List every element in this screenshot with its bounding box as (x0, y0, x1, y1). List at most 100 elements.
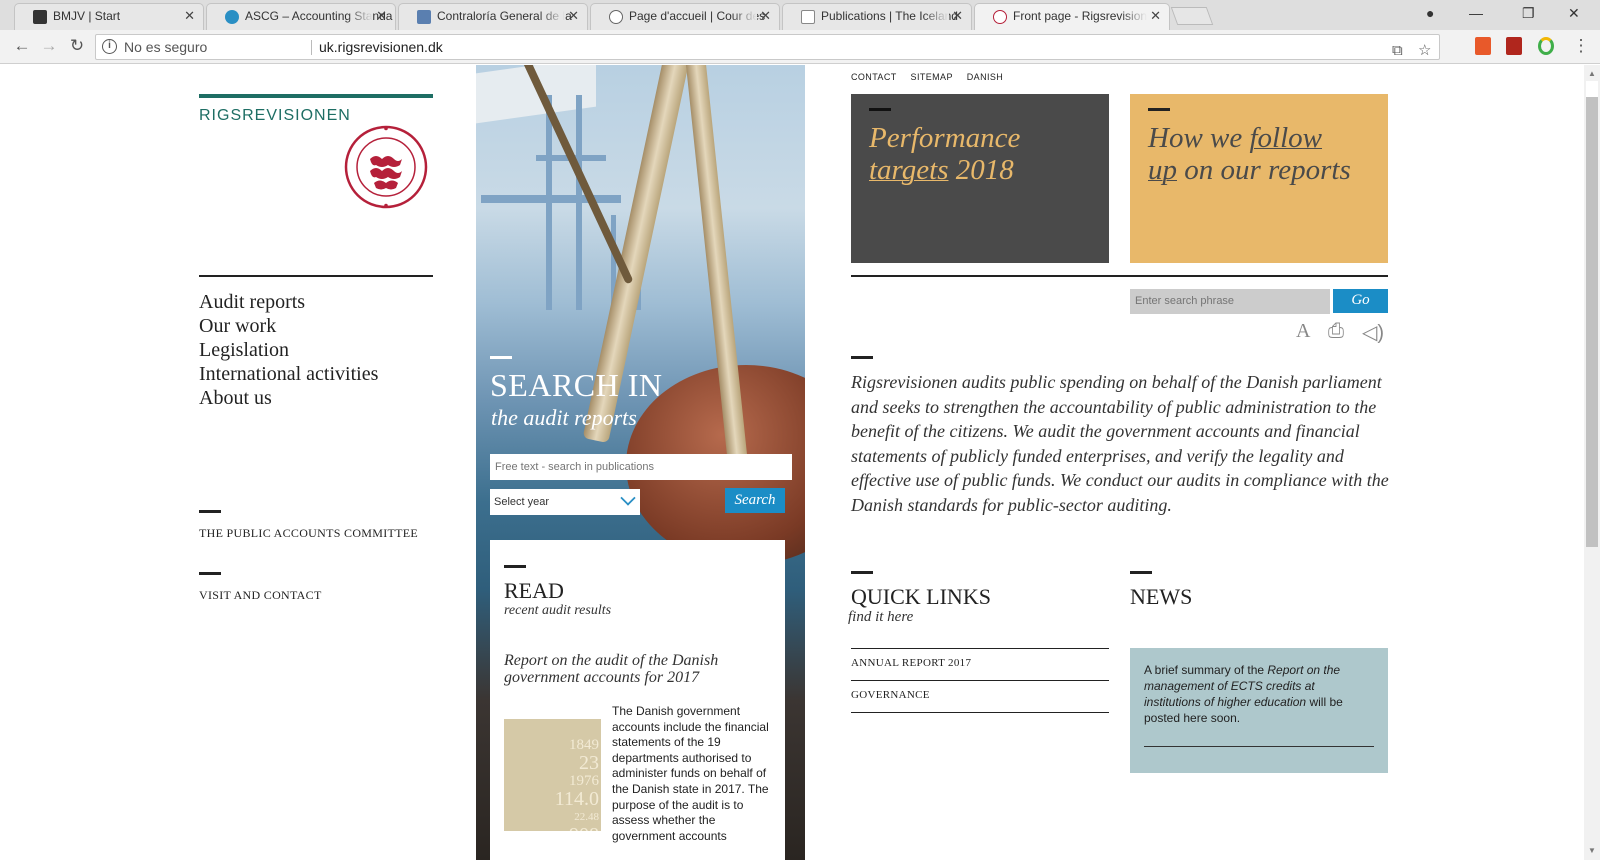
main-navigation: Audit reports Our work Legislation Inter… (199, 290, 378, 410)
minimize-icon[interactable]: — (1469, 5, 1483, 21)
site-search-go-button[interactable]: Go (1333, 289, 1388, 313)
crane-image (481, 195, 621, 203)
visit-and-contact-link[interactable]: VISIT AND CONTACT (199, 588, 322, 603)
publication-search-button[interactable]: Search (725, 488, 785, 513)
translate-icon[interactable]: ⧉ (1392, 39, 1403, 63)
speaker-icon[interactable]: ◁) (1362, 320, 1384, 345)
office-extension-icon[interactable] (1475, 37, 1491, 55)
read-title: READ (504, 578, 564, 603)
performance-targets-box[interactable]: Performance targets 2018 (851, 94, 1109, 263)
danish-link[interactable]: DANISH (967, 72, 1003, 82)
report-cover-numbers: 1849 23 1976 114.0 22.48 908 (554, 737, 599, 831)
intro-dash (851, 356, 873, 359)
ascg-icon (225, 10, 239, 24)
news-divider (1144, 746, 1374, 747)
close-icon[interactable]: ✕ (1150, 4, 1161, 28)
document-icon (417, 10, 431, 24)
address-bar[interactable]: i No es seguro uk.rigsrevisionen.dk ⧉ ☆ (95, 34, 1440, 60)
box-dash (1148, 108, 1170, 111)
browser-tab-strip: BMJV | Start ✕ ASCG – Accounting Standa … (0, 0, 1600, 31)
close-icon[interactable]: ✕ (952, 4, 963, 28)
seal-favicon-icon (993, 10, 1007, 24)
chevron-down-icon (620, 490, 636, 506)
news-box: A brief summary of the Report on the man… (1130, 648, 1388, 773)
nav-item-legislation[interactable]: Legislation (199, 338, 378, 362)
nav-item-audit-reports[interactable]: Audit reports (199, 290, 378, 314)
page-scrollbar[interactable]: ▲ ▼ (1584, 65, 1600, 860)
tab-title: BMJV | Start (53, 9, 121, 23)
read-subtitle: recent audit results (504, 603, 612, 618)
hero-dash (490, 356, 512, 359)
intro-text: Rigsrevisionen audits public spending on… (851, 372, 1389, 515)
url-text[interactable]: uk.rigsrevisionen.dk (319, 35, 443, 59)
nav-item-our-work[interactable]: Our work (199, 314, 378, 338)
year-select[interactable]: Select year (490, 489, 640, 515)
quick-links-subtitle: find it here (848, 609, 914, 625)
scroll-down-icon[interactable]: ▼ (1588, 846, 1596, 855)
browser-tab[interactable]: BMJV | Start ✕ (14, 3, 204, 30)
new-tab-button[interactable] (1170, 7, 1214, 25)
star-icon[interactable]: ☆ (1418, 39, 1431, 63)
site-search-input[interactable] (1130, 289, 1330, 314)
news-title: NEWS (1130, 584, 1193, 609)
web-page: RIGSREVISIONEN Audit reports Our work Le… (0, 65, 1584, 860)
follow-up-text: How we follow up on our reports (1148, 122, 1351, 186)
browser-tab[interactable]: Contraloría General de la ✕ (398, 3, 588, 30)
hero-subtitle: the audit reports (491, 405, 637, 430)
read-dash (504, 565, 526, 568)
eagle-icon (33, 10, 47, 24)
menu-icon[interactable]: ⋮ (1570, 36, 1592, 56)
report-title-link[interactable]: Report on the audit of the Danish govern… (504, 652, 764, 686)
close-icon[interactable]: ✕ (376, 4, 387, 28)
quick-links-dash (851, 571, 873, 574)
quick-link-annual-report[interactable]: ANNUAL REPORT 2017 (851, 648, 1109, 681)
info-icon[interactable]: i (102, 39, 117, 54)
reload-icon[interactable]: ↻ (66, 36, 88, 56)
report-summary: The Danish government accounts include t… (612, 704, 769, 843)
window-close-icon[interactable]: ✕ (1568, 5, 1580, 22)
site-logo[interactable]: RIGSREVISIONEN (199, 107, 351, 125)
print-icon[interactable]: ⎙ (1328, 320, 1344, 343)
publication-search-input[interactable] (490, 454, 792, 480)
close-icon[interactable]: ✕ (184, 4, 195, 28)
hero-search-panel: SEARCH IN the audit reports Select year … (476, 65, 805, 860)
nav-item-about-us[interactable]: About us (199, 386, 378, 410)
sync-extension-icon[interactable] (1538, 37, 1554, 55)
quick-links-title: QUICK LINKS (851, 584, 991, 609)
restore-icon[interactable]: ❐ (1522, 5, 1535, 22)
targets-link[interactable]: targets (869, 154, 948, 186)
performance-targets-text: Performance targets 2018 (869, 122, 1021, 186)
section-dash (199, 510, 221, 513)
public-accounts-committee-link[interactable]: THE PUBLIC ACCOUNTS COMMITTEE (199, 526, 418, 541)
profile-icon[interactable]: ● (1426, 5, 1434, 21)
top-links: CONTACT SITEMAP DANISH (851, 72, 1014, 82)
up-link[interactable]: up (1148, 154, 1177, 186)
nav-item-international-activities[interactable]: International activities (199, 362, 378, 386)
news-dash (1130, 571, 1152, 574)
sitemap-link[interactable]: SITEMAP (911, 72, 953, 82)
security-label[interactable]: No es seguro (124, 35, 207, 59)
report-cover-image[interactable]: 1849 23 1976 114.0 22.48 908 (504, 703, 601, 831)
address-toolbar: ← → ↻ i No es seguro uk.rigsrevisionen.d… (0, 30, 1600, 64)
follow-up-box[interactable]: How we follow up on our reports (1130, 94, 1388, 263)
quick-link-governance[interactable]: GOVERNANCE (851, 680, 1109, 713)
back-icon[interactable]: ← (11, 36, 33, 56)
cour-icon (609, 10, 623, 24)
browser-tab[interactable]: Page d'accueil | Cour des ✕ (590, 3, 780, 30)
follow-link[interactable]: follow (1250, 122, 1323, 154)
text-size-icon[interactable]: A (1296, 320, 1310, 343)
browser-tab[interactable]: ASCG – Accounting Standa ✕ (206, 3, 396, 30)
browser-tab[interactable]: Publications | The Iceland ✕ (782, 3, 972, 30)
section-dash (199, 572, 221, 575)
scrollbar-thumb[interactable] (1586, 81, 1598, 547)
quick-links-end-rule (851, 712, 1109, 713)
folketinget-seal-icon (344, 125, 428, 209)
close-icon[interactable]: ✕ (760, 4, 771, 28)
close-icon[interactable]: ✕ (568, 4, 579, 28)
logo-bar (199, 94, 433, 98)
forward-icon[interactable]: → (38, 36, 60, 56)
browser-tab-active[interactable]: Front page - Rigsrevision ✕ (974, 3, 1170, 31)
scroll-up-icon[interactable]: ▲ (1588, 69, 1596, 78)
pdf-extension-icon[interactable] (1506, 37, 1522, 55)
contact-link[interactable]: CONTACT (851, 72, 897, 82)
